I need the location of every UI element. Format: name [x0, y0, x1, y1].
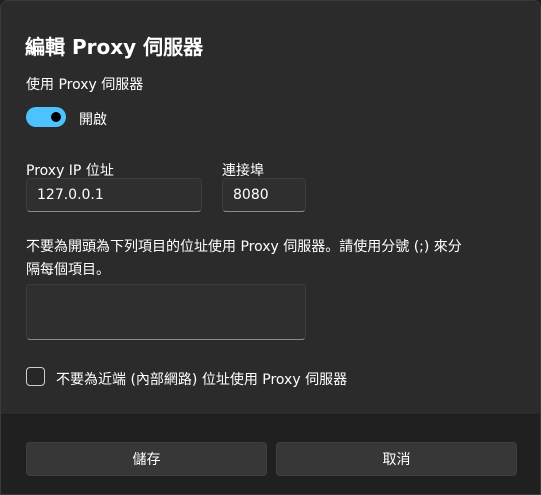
exceptions-description-line1: 不要為開頭為下列項目的位址使用 Proxy 伺服器。請使用分號 (;) 來分 [26, 239, 462, 255]
toggle-state-label: 開啟 [79, 112, 107, 128]
exceptions-description-line2: 隔每個項目。 [26, 262, 110, 278]
edit-proxy-dialog: 編輯 Proxy 伺服器 使用 Proxy 伺服器 開啟 Proxy IP 位址… [0, 0, 541, 495]
toggle-knob [51, 112, 61, 122]
save-button[interactable]: 儲存 [26, 442, 267, 476]
use-proxy-label: 使用 Proxy 伺服器 [26, 77, 144, 93]
bypass-local-label[interactable]: 不要為近端 (內部網路) 位址使用 Proxy 伺服器 [56, 369, 347, 389]
dialog-footer: 儲存 取消 [1, 414, 540, 494]
bypass-local-checkbox[interactable] [26, 367, 45, 386]
proxy-ip-input[interactable] [26, 178, 202, 212]
port-label: 連接埠 [222, 163, 264, 179]
exceptions-textarea[interactable] [26, 284, 306, 340]
use-proxy-toggle[interactable] [26, 107, 66, 127]
cancel-button[interactable]: 取消 [276, 442, 517, 476]
dialog-title: 編輯 Proxy 伺服器 [25, 35, 204, 59]
port-input[interactable] [222, 178, 306, 212]
proxy-ip-label: Proxy IP 位址 [26, 163, 114, 179]
